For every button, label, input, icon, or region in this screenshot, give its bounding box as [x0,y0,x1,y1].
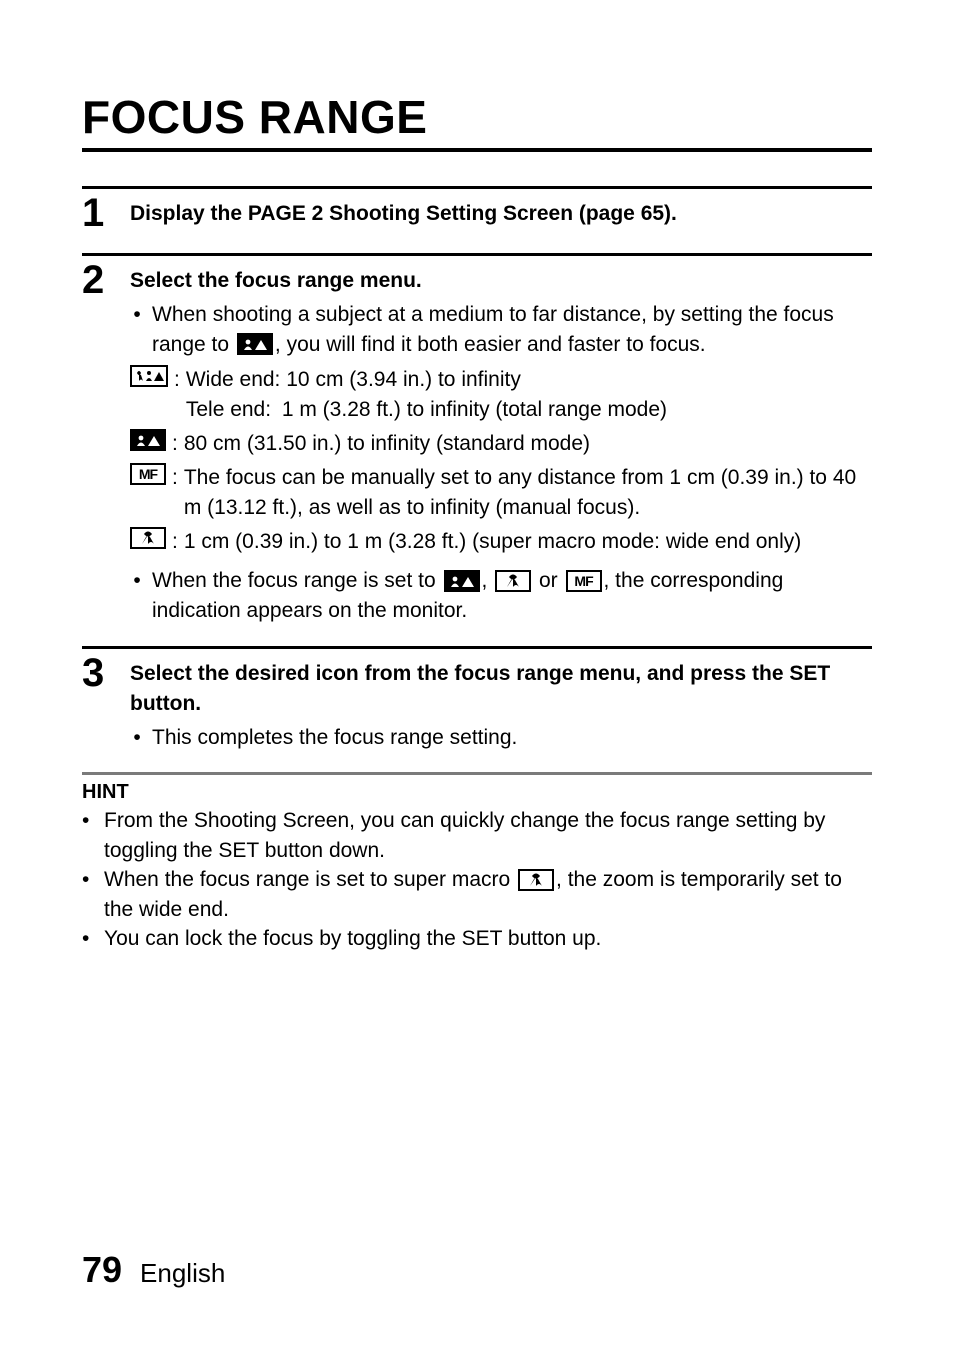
tele-label: Tele end: [186,395,282,425]
standard-desc: 80 cm (31.50 in.) to infinity (standard … [184,429,872,459]
step-3: 3 Select the desired icon from the focus… [82,646,872,752]
hint-text: You can lock the focus by toggling the S… [104,924,601,953]
step-intro: When shooting a subject at a medium to f… [152,300,872,360]
language-label: English [140,1258,225,1289]
colon: : [172,429,178,459]
hint-list: •From the Shooting Screen, you can quick… [82,806,872,953]
hint-item: •You can lock the focus by toggling the … [82,924,872,953]
standard-mode-icon [130,429,166,451]
mf-desc: The focus can be manually set to any dis… [184,463,872,523]
note-pre: When the focus range is set to [152,569,442,592]
step-2: 2 Select the focus range menu. • When sh… [82,253,872,626]
super-macro-icon [130,527,166,549]
standard-mode-icon [444,570,480,592]
mf-icon: MF [566,570,602,592]
hint-text: When the focus range is set to super mac… [104,865,872,924]
hint-pre: When the focus range is set to super mac… [104,868,516,891]
page-title: FOCUS RANGE [82,90,872,152]
step-heading: Select the desired icon from the focus r… [130,659,872,719]
hint-text: From the Shooting Screen, you can quickl… [104,806,872,865]
tele-value: 1 m (3.28 ft.) to infinity (total range … [282,398,667,421]
page-number: 79 [82,1249,122,1291]
colon: : [174,365,180,395]
hint-title: HINT [82,781,872,804]
step-number: 2 [82,260,112,300]
intro-post: , you will find it both easier and faste… [275,333,706,356]
super-macro-icon [495,570,531,592]
standard-mode-icon [237,333,273,355]
focus-range-note: When the focus range is set to , or MF, … [152,566,872,626]
super-macro-icon [518,869,554,891]
page-footer: 79 English [82,1249,225,1291]
mf-icon: MF [130,463,166,485]
bullet: • [130,566,144,626]
mode-manual-focus: MF : The focus can be manually set to an… [130,463,872,523]
mode-total-range: : Wide end: 10 cm (3.94 in.) to infinity… [130,365,872,425]
step-heading: Select the focus range menu. [130,266,872,296]
hint-item: •From the Shooting Screen, you can quick… [82,806,872,865]
step-1: 1 Display the PAGE 2 Shooting Setting Sc… [82,186,872,233]
step-sub: This completes the focus range setting. [152,723,517,753]
hint-item: •When the focus range is set to super ma… [82,865,872,924]
step-heading: Display the PAGE 2 Shooting Setting Scre… [130,199,872,229]
macro-desc: 1 cm (0.39 in.) to 1 m (3.28 ft.) (super… [184,527,872,557]
bullet: • [130,723,144,753]
hint-separator [82,772,872,775]
mode-standard: : 80 cm (31.50 in.) to infinity (standar… [130,429,872,459]
total-range-icon [130,365,168,387]
focus-mode-list: : Wide end: 10 cm (3.94 in.) to infinity… [130,365,872,556]
note-sep1: , [482,569,494,592]
wide-value: 10 cm (3.94 in.) to infinity [286,368,521,391]
colon: : [172,527,178,557]
step-number: 1 [82,193,112,233]
bullet: • [130,300,144,360]
mode-super-macro: : 1 cm (0.39 in.) to 1 m (3.28 ft.) (sup… [130,527,872,557]
note-sep2: or [533,569,563,592]
wide-label: Wide end: [186,368,281,391]
step-number: 3 [82,653,112,693]
colon: : [172,463,178,493]
